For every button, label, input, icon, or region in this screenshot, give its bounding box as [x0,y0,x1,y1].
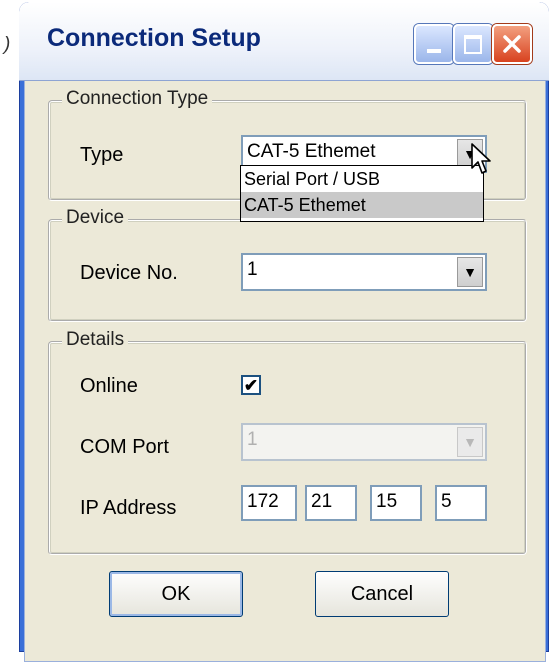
online-label: Online [80,375,138,397]
chevron-down-icon: ▼ [457,427,483,457]
close-button[interactable] [492,24,532,64]
connection-type-group-label: Connection Type [62,88,213,110]
type-select-value: CAT-5 Ethemet [247,141,376,162]
close-icon [503,35,521,53]
chevron-down-icon[interactable]: ▼ [457,257,483,287]
ip-octet-1[interactable]: 172 [241,485,297,521]
device-no-select[interactable]: 1 ▼ [241,253,487,291]
cancel-button[interactable]: Cancel [315,571,449,617]
ip-address-label: IP Address [80,497,177,519]
title-bar[interactable]: Connection Setup [19,2,549,81]
checkmark-icon: ✔ [243,375,259,395]
device-no-value: 1 [247,259,258,280]
window-title: Connection Setup [47,24,261,52]
stray-glyph: ) [4,34,11,55]
maximize-icon [464,34,482,54]
ip-octet-2[interactable]: 21 [305,485,357,521]
online-checkbox[interactable]: ✔ [241,375,261,395]
ok-button[interactable]: OK [109,571,243,617]
com-port-label: COM Port [80,436,169,458]
device-no-label: Device No. [80,262,178,284]
dropdown-option-ethernet[interactable]: CAT-5 Ethemet [241,192,483,218]
dialog-window: Connection Setup Connection Type Type CA… [19,2,549,662]
ip-octet-3[interactable]: 15 [370,485,422,521]
type-label: Type [80,144,124,166]
ip-octet-4[interactable]: 5 [435,485,487,521]
com-port-value: 1 [247,429,258,450]
minimize-button[interactable] [414,24,454,64]
dropdown-option-serial[interactable]: Serial Port / USB [241,166,483,192]
maximize-button[interactable] [453,24,493,64]
details-group-label: Details [62,329,129,351]
type-dropdown-list: Serial Port / USB CAT-5 Ethemet [240,165,484,222]
mouse-pointer-icon [471,143,491,174]
minimize-icon [427,49,441,53]
com-port-select: 1 ▼ [241,423,487,461]
device-group-label: Device [62,207,129,229]
